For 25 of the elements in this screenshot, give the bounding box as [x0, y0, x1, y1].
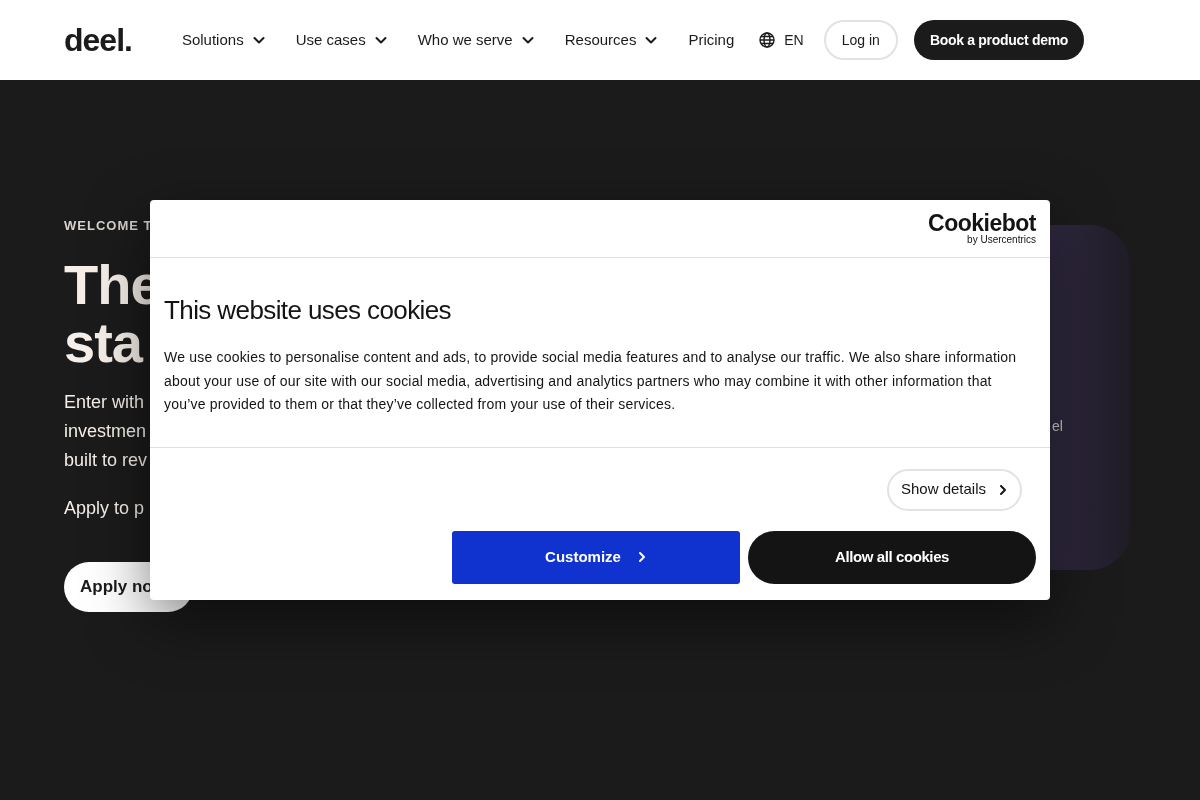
brand-logo: Cookiebot — [928, 211, 1036, 234]
logo[interactable]: deel. — [64, 16, 132, 64]
hero-text: investmen — [64, 419, 147, 443]
language-selector[interactable]: EN — [784, 29, 804, 51]
allow-all-button[interactable]: Allow all cookies — [748, 530, 1036, 584]
customize-button[interactable]: Customize — [452, 530, 740, 584]
hero-text: built to rev — [64, 448, 148, 472]
globe-icon — [758, 31, 777, 49]
nav-item[interactable]: Pricing — [688, 28, 735, 52]
card-text: el — [1052, 417, 1063, 436]
show-details-button[interactable]: Show details — [886, 468, 1022, 511]
hero-text: Enter with — [64, 390, 145, 414]
demo-button[interactable]: Book a product demo — [913, 20, 1085, 60]
nav-item[interactable]: Use cases — [295, 28, 388, 52]
login-button[interactable]: Log in — [823, 20, 898, 60]
chevron-right-icon — [998, 483, 1008, 496]
nav-item[interactable]: Resources — [564, 28, 659, 52]
chevron-right-icon — [636, 551, 647, 563]
nav-item[interactable]: Solutions — [181, 28, 266, 52]
apply-text: Apply to p — [64, 496, 145, 520]
hero-title: sta — [64, 313, 142, 372]
dialog-text: We use cookies to personalise content and ads, to provide social media features and to analyse our traffic. We also share information about your use of our site with our social media, advertising and analytics partners who may combine it with other information that you’ve provided to them or that they’ve collected from your use of their services. — [164, 348, 1018, 414]
nav-item[interactable]: Who we serve — [417, 28, 535, 52]
brand-subtitle: by Usercentrics — [967, 233, 1036, 246]
dialog-title: This website uses cookies — [164, 294, 453, 326]
